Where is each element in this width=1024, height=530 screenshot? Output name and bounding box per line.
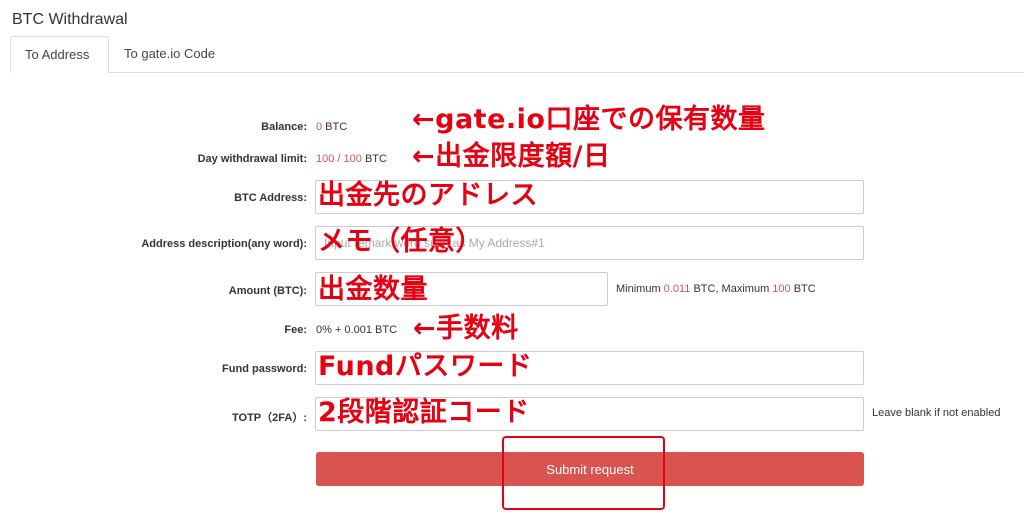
annotation-amount: 出金数量 — [318, 274, 428, 305]
tab-to-gateio-code[interactable]: To gate.io Code — [110, 36, 229, 72]
annotation-limit: ←出金限度額/日 — [412, 141, 611, 172]
amount-min: 0.011 — [663, 283, 691, 295]
amount-hint: Minimum 0.011 BTC, Maximum 100 BTC — [616, 283, 816, 295]
day-limit-max: 100 — [343, 153, 362, 165]
address-description-label: Address description(any word): — [141, 238, 307, 250]
day-limit-unit: BTC — [361, 153, 387, 165]
annotation-totp: 2段階認証コード — [318, 397, 530, 428]
totp-label: TOTP（2FA）: — [232, 412, 307, 424]
fund-password-label: Fund password: — [222, 363, 307, 375]
tab-to-address[interactable]: To Address — [10, 36, 109, 73]
page-title: BTC Withdrawal — [12, 11, 128, 28]
amount-hint-mid: BTC, Maximum — [690, 283, 773, 295]
day-limit-value: 100 / 100 BTC — [316, 153, 387, 165]
amount-max: 100 — [772, 283, 791, 295]
submit-request-button[interactable]: Submit request — [316, 452, 864, 486]
fee-value: 0% + 0.001 BTC — [316, 324, 398, 336]
day-limit-used: 100 — [316, 153, 335, 165]
btc-address-label: BTC Address: — [234, 192, 307, 204]
amount-hint-pre: Minimum — [616, 283, 664, 295]
day-limit-sep: / — [334, 153, 344, 165]
totp-hint: Leave blank if not enabled — [872, 407, 1001, 419]
annotation-description: メモ（任意） — [318, 226, 483, 257]
balance-value: 0 BTC — [316, 121, 347, 133]
balance-label: Balance: — [261, 121, 307, 133]
tab-bar: To Address To gate.io Code — [10, 36, 1024, 73]
amount-hint-post: BTC — [790, 283, 816, 295]
annotation-fee: ←手数料 — [413, 313, 519, 344]
balance-unit: BTC — [322, 121, 348, 133]
fee-label: Fee: — [284, 324, 307, 336]
amount-label: Amount (BTC): — [228, 285, 307, 297]
annotation-fund-password: Fundパスワード — [318, 351, 533, 382]
annotation-address: 出金先のアドレス — [318, 180, 538, 211]
annotation-balance: ←gate.io口座での保有数量 — [412, 104, 766, 135]
day-limit-label: Day withdrawal limit: — [197, 153, 307, 165]
